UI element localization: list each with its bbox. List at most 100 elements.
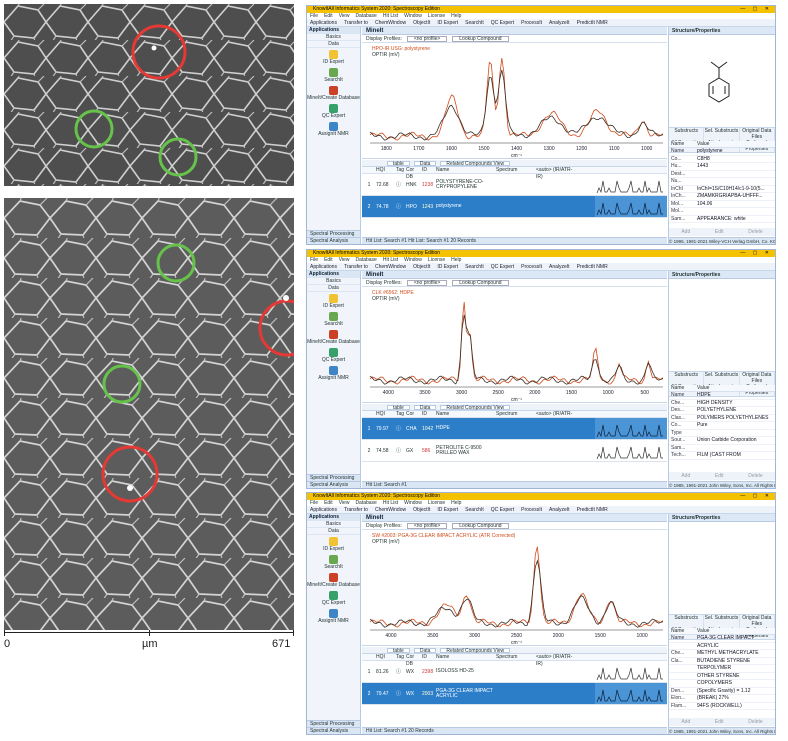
property-row[interactable]: Tech... FILM (CAST FROM xyxy=(669,452,775,460)
sidebar-tool[interactable]: ID Expert xyxy=(307,292,360,310)
toolbar-button[interactable]: ChemWindow xyxy=(375,506,406,513)
property-row[interactable]: Cla... BUTADIENE STYRENE xyxy=(669,658,775,665)
info-icon[interactable]: ⓘ xyxy=(396,690,406,697)
lookup-compound-button[interactable]: Lookup Compound xyxy=(452,523,509,529)
property-row[interactable]: Elon... (BREAK) 27% xyxy=(669,695,775,703)
toolbar-button[interactable]: QC Expert xyxy=(491,263,514,270)
sidebar-tool[interactable]: MineIt/Create Database xyxy=(307,328,360,346)
sidebar-row[interactable]: Basics xyxy=(307,34,360,41)
column-header[interactable]: HQI xyxy=(376,654,396,660)
sidebar-tool[interactable]: SearchIt xyxy=(307,553,360,571)
sidebar-tool[interactable]: SearchIt xyxy=(307,310,360,328)
result-row[interactable]: 1 72.68 ⓘ HNK 1238 POLYSTYRENE-CO-CRYPROPYLEN… xyxy=(362,174,667,196)
sidebar-foot-processing[interactable]: Spectral Processing xyxy=(307,474,360,481)
property-row[interactable]: Dest... xyxy=(669,171,775,178)
property-row[interactable]: Che... HIGH DENSITY xyxy=(669,400,775,407)
toolbar-button[interactable]: AnalyzeIt xyxy=(549,263,570,270)
property-button[interactable]: Edit xyxy=(715,718,724,726)
tab-table[interactable]: table xyxy=(387,648,410,654)
property-button[interactable]: Add xyxy=(681,718,690,726)
row-id[interactable]: 2003 xyxy=(422,691,436,697)
tab-related[interactable]: Related Compounds View xyxy=(440,648,511,654)
property-row[interactable]: Nu... xyxy=(669,178,775,186)
sidebar-tool[interactable]: ID Expert xyxy=(307,48,360,66)
column-header[interactable] xyxy=(362,411,376,417)
toolbar-button[interactable]: AnalyzeIt xyxy=(549,506,570,513)
column-header[interactable]: Tag xyxy=(396,654,406,660)
info-icon[interactable]: ⓘ xyxy=(396,425,406,432)
property-row[interactable]: Des... POLYETHYLENE xyxy=(669,407,775,415)
toolbar-button[interactable]: ID Expert xyxy=(437,263,458,270)
sidebar-tool[interactable]: AssignIt NMR xyxy=(307,607,360,625)
column-header[interactable]: Name xyxy=(436,167,496,173)
sidebar-row[interactable]: Data xyxy=(307,41,360,48)
column-header[interactable]: Name xyxy=(436,654,496,660)
sidebar-tool[interactable]: AssignIt NMR xyxy=(307,364,360,382)
result-row[interactable]: 2 79.47 ⓘ WX 2003 PGA-3G CLEAR IMPACT ACRYLIC xyxy=(362,683,667,705)
toolbar-button[interactable]: ID Expert xyxy=(437,19,458,26)
row-id[interactable]: 586 xyxy=(422,448,436,454)
toolbar-button[interactable]: AnalyzeIt xyxy=(549,19,570,26)
toolbar-button[interactable]: ObjectIt xyxy=(413,19,430,26)
sidebar-foot-analysis[interactable]: Spectral Analysis xyxy=(307,237,360,244)
property-row[interactable]: InCh... ZMAMKRGRIAPBA-UHFFF... xyxy=(669,193,775,201)
toolbar-button[interactable]: PredictIt NMR xyxy=(577,506,608,513)
column-header[interactable]: Spectrum xyxy=(496,167,536,173)
sidebar-tool[interactable]: QC Expert xyxy=(307,589,360,607)
column-header[interactable]: HQI xyxy=(376,411,396,417)
sidebar-tool[interactable]: AssignIt NMR xyxy=(307,120,360,138)
info-icon[interactable]: ⓘ xyxy=(396,668,406,675)
toolbar-button[interactable]: ChemWindow xyxy=(375,19,406,26)
property-row[interactable]: Sam... xyxy=(669,445,775,452)
column-header[interactable]: <auto> (IR/ATR-IR) xyxy=(536,654,576,667)
toolbar-button[interactable]: PredictIt NMR xyxy=(577,19,608,26)
sidebar-tool[interactable]: QC Expert xyxy=(307,346,360,364)
column-header[interactable]: <auto> (IR/ATR-IR) xyxy=(536,411,576,424)
lookup-compound-button[interactable]: Lookup Compound xyxy=(452,280,509,286)
profile-select[interactable]: <no profile> xyxy=(406,36,448,42)
property-row[interactable]: Sour... Union Carbide Corporation xyxy=(669,437,775,445)
toolbar-button[interactable]: SearchIt xyxy=(465,263,484,270)
property-button[interactable]: Delete xyxy=(748,228,762,236)
tab-related[interactable]: Related Compounds View xyxy=(440,405,511,411)
toolbar-button[interactable]: ObjectIt xyxy=(413,506,430,513)
property-row[interactable]: Hu... 1443 xyxy=(669,163,775,171)
sidebar-row[interactable]: Data xyxy=(307,528,360,535)
property-tab[interactable]: Original Data Files xyxy=(740,615,775,627)
toolbar-button[interactable]: QC Expert xyxy=(491,19,514,26)
result-row[interactable]: 1 81.26 ⓘ WX 2398 ISOLOSS HD-25 xyxy=(362,661,667,683)
info-icon[interactable]: ⓘ xyxy=(396,181,406,188)
property-tab[interactable]: Substructs xyxy=(669,128,705,140)
sidebar-foot-analysis[interactable]: Spectral Analysis xyxy=(307,481,360,488)
property-row[interactable]: Sam... APPEARANCE: white xyxy=(669,216,775,223)
column-header[interactable]: Tag xyxy=(396,167,406,173)
window-controls[interactable]: — ▢ ✕ xyxy=(740,493,772,500)
column-header[interactable]: Spectrum xyxy=(496,411,536,417)
tab-data[interactable]: Data xyxy=(413,161,437,167)
property-tab[interactable]: Sel. Substructs xyxy=(704,128,740,140)
property-tab[interactable]: Original Data Files xyxy=(740,372,775,384)
sidebar-foot-processing[interactable]: Spectral Processing xyxy=(307,720,360,727)
property-row[interactable]: InChI InChI=1S/C10H14/c1-9-10(5... xyxy=(669,186,775,193)
tab-table[interactable]: table xyxy=(387,161,410,167)
column-header[interactable]: Tag xyxy=(396,411,406,417)
column-header[interactable] xyxy=(362,654,376,660)
row-id[interactable]: 1238 xyxy=(422,182,436,188)
column-header[interactable]: ID xyxy=(422,411,436,417)
property-row[interactable]: Name polystyrene xyxy=(669,148,775,156)
column-header[interactable] xyxy=(362,167,376,173)
property-row[interactable]: Che... METHYL METHACRYLATE xyxy=(669,650,775,658)
property-button[interactable]: Edit xyxy=(715,228,724,236)
property-row[interactable]: Den... (Specific Gravity) = 1.12 xyxy=(669,688,775,695)
column-header[interactable]: HQI xyxy=(376,167,396,173)
property-button[interactable]: Add xyxy=(681,472,690,480)
toolbar-button[interactable]: Transfer to xyxy=(344,506,368,513)
property-row[interactable]: Mol... 104.06 xyxy=(669,201,775,208)
column-header[interactable]: <auto> (IR/ATR-IR) xyxy=(536,167,576,180)
profile-select[interactable]: <no profile> xyxy=(406,523,448,529)
window-controls[interactable]: — ▢ ✕ xyxy=(740,250,772,257)
tab-related[interactable]: Related Compounds View xyxy=(440,161,511,167)
toolbar-button[interactable]: ProcessIt xyxy=(521,506,542,513)
toolbar-button[interactable]: SearchIt xyxy=(465,19,484,26)
sidebar-row[interactable]: Basics xyxy=(307,278,360,285)
